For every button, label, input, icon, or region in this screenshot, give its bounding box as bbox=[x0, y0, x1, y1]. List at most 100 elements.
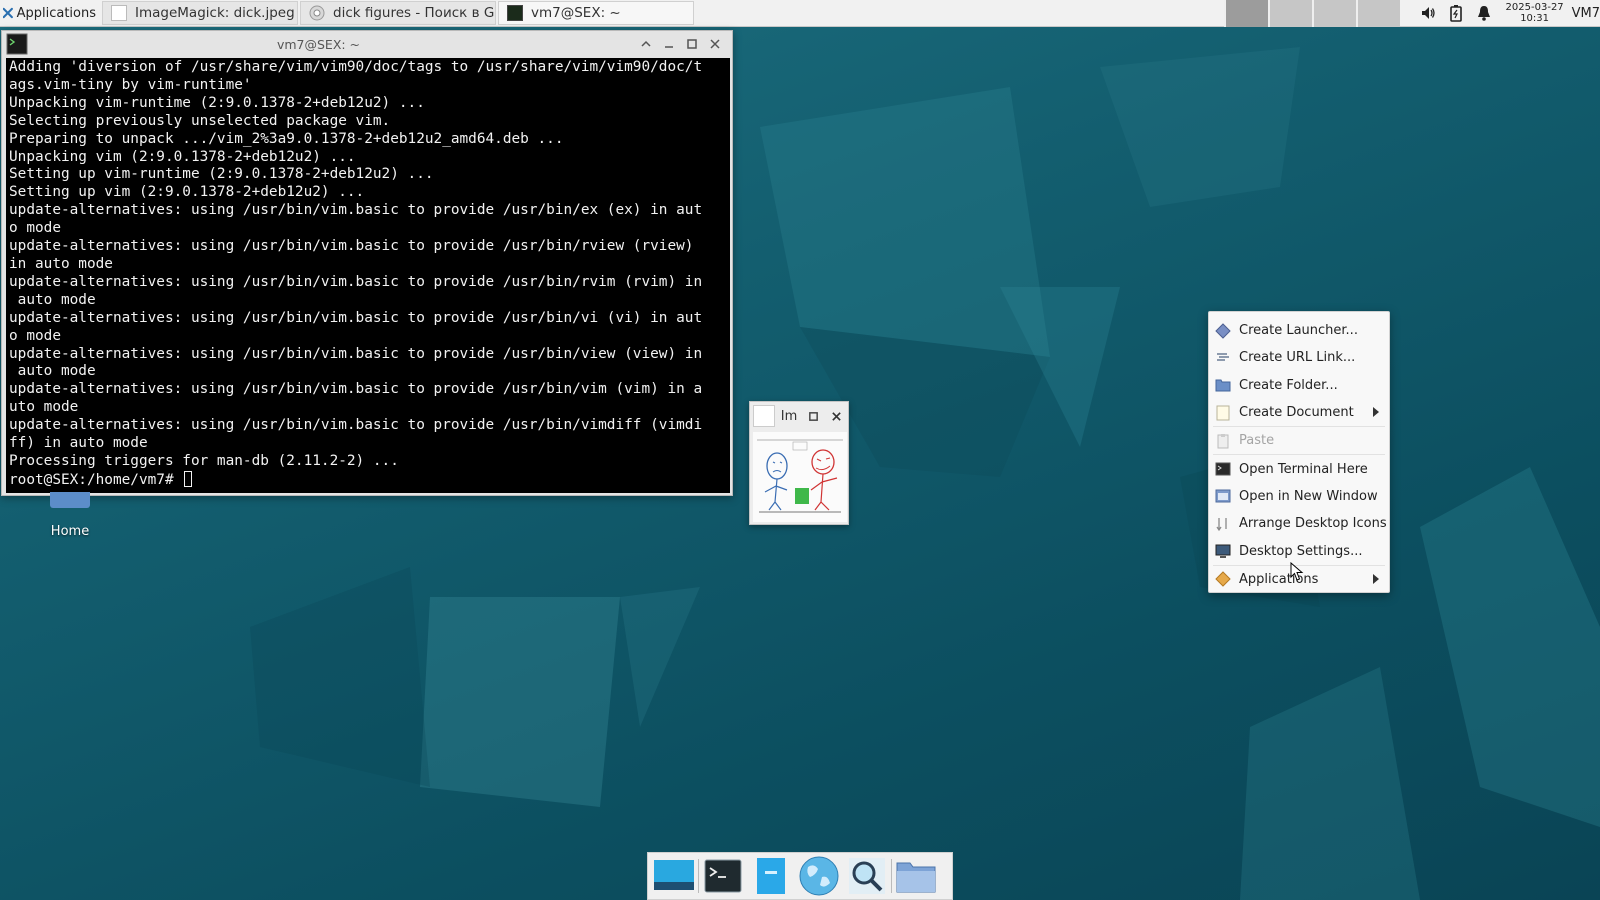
settings-icon bbox=[1215, 544, 1231, 559]
dock-file-manager[interactable] bbox=[749, 855, 793, 897]
taskbar-item-label: dick figures - Поиск в Go... bbox=[333, 5, 495, 21]
terminal-line: update-alternatives: using /usr/bin/vim.… bbox=[9, 381, 703, 398]
terminal-line: o mode bbox=[9, 327, 61, 344]
terminal-title: vm7@SEX: ~ bbox=[276, 36, 361, 52]
volume-icon[interactable] bbox=[1418, 3, 1438, 23]
terminal-line: update-alternatives: using /usr/bin/vim.… bbox=[9, 309, 703, 326]
terminal-line: update-alternatives: using /usr/bin/vim.… bbox=[9, 417, 703, 434]
menu-item-label: Create Launcher... bbox=[1239, 323, 1358, 339]
menu-item-open-terminal-here[interactable]: Open Terminal Here bbox=[1209, 455, 1389, 482]
terminal-line: Setting up vim (2:9.0.1378-2+deb12u2) ..… bbox=[9, 184, 365, 201]
menu-item-create-folder[interactable]: Create Folder... bbox=[1209, 372, 1389, 399]
taskbar-item-label: vm7@SEX: ~ bbox=[531, 5, 621, 21]
menu-item-arrange-desktop-icons[interactable]: Arrange Desktop Icons bbox=[1209, 510, 1389, 537]
imagemagick-titlebar[interactable]: Im bbox=[750, 402, 848, 430]
menu-item-desktop-settings[interactable]: Desktop Settings... bbox=[1209, 537, 1389, 564]
minimize-button[interactable] bbox=[658, 33, 680, 55]
terminal-icon bbox=[507, 5, 523, 21]
document-icon[interactable] bbox=[753, 405, 775, 427]
file-manager-icon bbox=[757, 858, 785, 894]
terminal-line: ff) in auto mode bbox=[9, 435, 148, 452]
panel-clock[interactable]: 2025-03-27 10:31 bbox=[1504, 2, 1566, 24]
menu-item-label: Create Document bbox=[1239, 405, 1354, 421]
image-preview[interactable] bbox=[753, 432, 847, 522]
app-finder-icon bbox=[849, 858, 885, 894]
applications-menu-button[interactable]: Applications bbox=[0, 0, 100, 27]
terminal-prompt-line[interactable]: root@SEX:/home/vm7# bbox=[9, 470, 727, 490]
taskbar-item-imagemagick[interactable]: ImageMagick: dick.jpeg bbox=[102, 1, 298, 25]
battery-icon[interactable] bbox=[1446, 3, 1466, 23]
xfce-logo-icon bbox=[3, 7, 13, 19]
terminal-output[interactable]: Adding 'diversion of /usr/share/vim/vim9… bbox=[6, 58, 730, 493]
terminal-window[interactable]: vm7@SEX: ~ Adding 'diversion of /usr/sha… bbox=[1, 30, 733, 496]
maximize-button[interactable] bbox=[803, 405, 825, 427]
submenu-arrow-icon bbox=[1373, 573, 1379, 584]
taskbar-item-terminal[interactable]: vm7@SEX: ~ bbox=[498, 1, 694, 25]
close-button[interactable] bbox=[825, 405, 847, 427]
terminal-app-icon[interactable] bbox=[6, 33, 28, 55]
terminal-line: in auto mode bbox=[9, 255, 113, 272]
menu-item-create-document[interactable]: Create Document bbox=[1209, 399, 1389, 426]
show-desktop-icon bbox=[654, 860, 694, 890]
chevron-up-icon bbox=[641, 40, 651, 47]
maximize-icon bbox=[808, 411, 818, 421]
menu-item-label: Arrange Desktop Icons bbox=[1239, 516, 1387, 532]
window-icon bbox=[1215, 489, 1231, 503]
menu-item-create-url-link[interactable]: Create URL Link... bbox=[1209, 344, 1389, 371]
notification-bell-icon[interactable] bbox=[1474, 3, 1494, 23]
close-icon bbox=[710, 39, 720, 49]
maximize-button[interactable] bbox=[681, 33, 703, 55]
dock-app-finder[interactable] bbox=[845, 855, 889, 897]
close-button[interactable] bbox=[704, 33, 726, 55]
menu-item-label: Open in New Window bbox=[1239, 488, 1378, 504]
imagemagick-window[interactable]: Im bbox=[749, 401, 849, 525]
mouse-pointer-icon bbox=[1290, 562, 1304, 581]
menu-item-open-in-new-window[interactable]: Open in New Window bbox=[1209, 483, 1389, 510]
submenu-arrow-icon bbox=[1373, 406, 1379, 417]
dock-show-desktop[interactable] bbox=[652, 855, 696, 897]
workspace-1[interactable] bbox=[1223, 0, 1268, 27]
dock-separator bbox=[698, 859, 699, 893]
terminal-line: o mode bbox=[9, 220, 61, 237]
desktop-context-menu[interactable]: Create Launcher... Create URL Link... Cr… bbox=[1208, 311, 1390, 593]
terminal-line: Setting up vim-runtime (2:9.0.1378-2+deb… bbox=[9, 166, 434, 183]
url-link-icon bbox=[1217, 353, 1229, 361]
shade-button[interactable] bbox=[635, 33, 657, 55]
dock-folder[interactable] bbox=[894, 855, 938, 897]
terminal-line: update-alternatives: using /usr/bin/vim.… bbox=[9, 238, 694, 255]
terminal-line: auto mode bbox=[9, 363, 96, 380]
document-icon bbox=[1216, 405, 1230, 421]
workspace-2[interactable] bbox=[1267, 0, 1312, 27]
applications-menu-label: Applications bbox=[16, 5, 96, 21]
terminal-line: auto mode bbox=[9, 291, 96, 308]
workspace-4[interactable] bbox=[1355, 0, 1400, 27]
folder-icon bbox=[1215, 379, 1231, 392]
workspace-3[interactable] bbox=[1311, 0, 1356, 27]
launcher-icon bbox=[1215, 322, 1231, 339]
user-menu[interactable]: VM7 bbox=[1572, 6, 1600, 21]
terminal-prompt: root@SEX:/home/vm7# bbox=[9, 471, 174, 488]
terminal-line: update-alternatives: using /usr/bin/vim.… bbox=[9, 273, 703, 290]
dock-web-browser[interactable] bbox=[797, 855, 841, 897]
home-folder-icon bbox=[50, 492, 90, 508]
taskbar-item-label: ImageMagick: dick.jpeg bbox=[135, 5, 295, 21]
terminal-line: update-alternatives: using /usr/bin/vim.… bbox=[9, 345, 703, 362]
menu-item-paste: Paste bbox=[1209, 427, 1389, 454]
clock-time: 10:31 bbox=[1520, 13, 1550, 24]
imagemagick-title: Im bbox=[780, 408, 798, 424]
terminal-line: Unpacking vim-runtime (2:9.0.1378-2+deb1… bbox=[9, 94, 425, 111]
terminal-line: Adding 'diversion of /usr/share/vim/vim9… bbox=[9, 59, 703, 75]
desktop-icon-label: Home bbox=[50, 524, 90, 539]
terminal-titlebar[interactable]: vm7@SEX: ~ bbox=[2, 31, 732, 57]
dock-terminal[interactable] bbox=[701, 855, 745, 897]
terminal-line: ags.vim-tiny by vim-runtime' bbox=[9, 76, 252, 93]
terminal-line: Processing triggers for man-db (2.11.2-2… bbox=[9, 452, 399, 469]
terminal-icon bbox=[704, 859, 742, 893]
desktop-icon-home[interactable]: Home bbox=[42, 492, 98, 539]
web-browser-icon bbox=[799, 856, 839, 896]
menu-item-create-launcher[interactable]: Create Launcher... bbox=[1209, 317, 1389, 344]
menu-item-label: Open Terminal Here bbox=[1239, 461, 1368, 477]
clock-date: 2025-03-27 bbox=[1505, 2, 1564, 13]
terminal-icon bbox=[1215, 462, 1231, 476]
taskbar-item-browser[interactable]: dick figures - Поиск в Go... bbox=[300, 1, 496, 25]
